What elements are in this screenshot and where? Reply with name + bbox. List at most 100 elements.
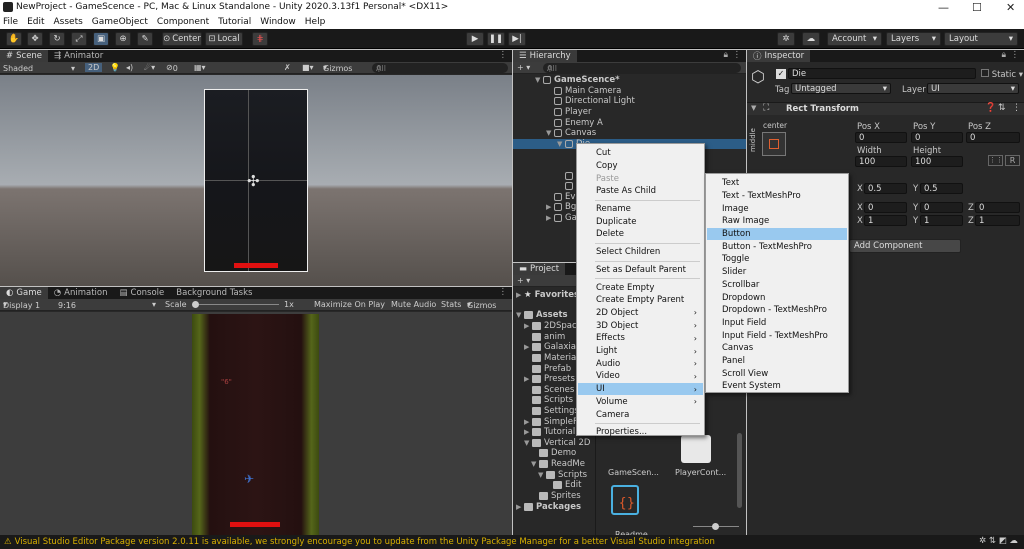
camera-icon[interactable]: ■▾ — [302, 63, 314, 72]
effects-icon[interactable]: ☄▾ — [144, 63, 155, 72]
raw-edit-icon[interactable]: R — [1005, 155, 1020, 166]
custom-tool-icon[interactable]: ✎ — [137, 32, 153, 46]
context-menu-item[interactable]: Camera — [578, 408, 703, 421]
expand-arrow-icon[interactable]: ▶ — [524, 418, 532, 426]
add-icon[interactable]: + ▾ — [517, 276, 530, 285]
expand-arrow-icon[interactable]: ▶ — [524, 343, 532, 351]
context-menu-item[interactable]: UI › — [578, 382, 703, 396]
panel-menu-icon[interactable]: ⋮ — [499, 287, 508, 297]
ui-submenu-item[interactable]: Dropdown - TextMeshPro — [707, 304, 847, 317]
scene-search[interactable]: ⚲ All — [372, 63, 508, 73]
ui-submenu-item[interactable]: Text — [707, 177, 847, 190]
blueprint-mode-icon[interactable]: ⋮⋮ — [988, 155, 1003, 166]
context-menu-item[interactable]: Set as Default Parent — [578, 264, 703, 277]
hand-tool-icon[interactable]: ✋ — [6, 32, 22, 46]
project-folder[interactable]: ▼ Vertical 2D — [513, 438, 593, 449]
file-thumb[interactable] — [681, 435, 711, 463]
layers-dropdown[interactable]: Layers ▾ — [886, 32, 941, 46]
hierarchy-item[interactable]: ▼ GameScence* — [513, 75, 746, 86]
ui-submenu-item[interactable]: Slider — [707, 266, 847, 279]
menu-item[interactable]: Tutorial — [218, 17, 251, 27]
layout-dropdown[interactable]: Layout ▾ — [944, 32, 1018, 46]
project-folder[interactable]: ▼ ReadMe — [513, 459, 593, 470]
context-menu-item[interactable]: Volume › — [578, 396, 703, 409]
tab-game[interactable]: ◐ Game — [0, 287, 48, 299]
audio-icon[interactable]: ◂) — [126, 63, 133, 72]
context-menu-item[interactable]: Cut — [578, 147, 703, 160]
tab-animator[interactable]: ⇶ Animator — [48, 50, 109, 62]
expand-arrow-icon[interactable]: ▼ — [535, 76, 543, 84]
add-component-button[interactable]: Add Component — [849, 239, 961, 253]
context-menu-item[interactable]: Effects › — [578, 332, 703, 345]
tab-hierarchy[interactable]: ☰ Hierarchy — [513, 50, 577, 62]
help-icon[interactable]: ❓ — [985, 103, 996, 113]
expand-arrow-icon[interactable]: ▶ — [524, 375, 532, 383]
gizmos-dropdown[interactable]: Gizmos ▾ — [323, 63, 352, 73]
maximize-icon[interactable]: ☐ — [972, 1, 982, 14]
context-menu-item[interactable]: Light › — [578, 345, 703, 358]
active-checkbox[interactable]: ✓ — [776, 69, 786, 79]
context-menu-item[interactable]: Audio › — [578, 358, 703, 371]
rot-z-field[interactable]: 0 — [975, 202, 1020, 213]
tab-background-tasks[interactable]: Background Tasks — [170, 287, 258, 299]
posy-field[interactable]: 0 — [911, 132, 963, 143]
mute-audio-button[interactable]: Mute Audio — [391, 300, 436, 309]
pivot-center-button[interactable]: ⊙ Center — [162, 32, 202, 46]
component-header[interactable]: ▼ ⛶ Rect Transform ❓ ⇅ ⋮ — [747, 102, 1024, 115]
stats-button[interactable]: Stats — [441, 300, 461, 309]
panel-menu-icon[interactable]: ⋮ — [499, 50, 508, 60]
context-menu-item[interactable]: Rename — [578, 203, 703, 216]
menu-item[interactable]: File — [3, 17, 18, 27]
menu-item[interactable]: GameObject — [92, 17, 148, 27]
context-menu-item[interactable]: Delete — [578, 228, 703, 241]
menu-item[interactable]: Window — [260, 17, 296, 27]
context-menu-item[interactable]: Paste — [578, 172, 703, 185]
hierarchy-search[interactable]: ⚲ All — [543, 63, 741, 73]
ui-submenu-item[interactable]: Text - TextMeshPro — [707, 190, 847, 203]
tab-scene[interactable]: # Scene — [0, 50, 49, 62]
scrollbar[interactable] — [737, 433, 742, 508]
anchor-preset-button[interactable] — [762, 132, 786, 156]
move-tool-icon[interactable]: ✥ — [27, 32, 43, 46]
posz-field[interactable]: 0 — [966, 132, 1020, 143]
step-button[interactable]: ▶| — [508, 32, 526, 46]
pivot-y-field[interactable]: 0.5 — [920, 183, 963, 194]
tab-project[interactable]: ▬ Project — [513, 263, 566, 275]
readme-asset-icon[interactable]: {} — [611, 485, 639, 515]
hierarchy-item[interactable]: Directional Light — [513, 96, 746, 107]
expand-arrow-icon[interactable]: ▼ — [531, 460, 539, 468]
width-field[interactable]: 100 — [855, 156, 907, 167]
menu-item[interactable]: Edit — [27, 17, 44, 27]
display-dropdown[interactable]: Display 1 ▾ — [3, 300, 40, 310]
status-message[interactable]: Visual Studio Editor Package version 2.0… — [15, 537, 715, 547]
close-icon[interactable]: ✕ — [1006, 1, 1015, 14]
game-view[interactable]: "6" ✈ — [0, 312, 512, 535]
menu-item[interactable]: Assets — [54, 17, 83, 27]
cloud-icon[interactable]: ☁ — [802, 32, 820, 46]
ui-submenu-item[interactable]: Dropdown — [707, 291, 847, 304]
rotate-tool-icon[interactable]: ↻ — [49, 32, 65, 46]
pause-button[interactable]: ❚❚ — [487, 32, 505, 46]
layer-dropdown[interactable]: UI ▾ — [927, 83, 1019, 94]
hidden-count[interactable]: ⊘ 0 — [166, 63, 178, 73]
project-folder[interactable]: Sprites — [513, 491, 593, 502]
tools-icon[interactable]: ✗ — [284, 63, 291, 72]
expand-arrow-icon[interactable]: ▼ — [557, 140, 565, 148]
scale-slider-handle[interactable] — [192, 301, 199, 308]
2d-toggle[interactable]: 2D — [85, 63, 103, 72]
ui-submenu-item[interactable]: Button - TextMeshPro — [707, 241, 847, 254]
lighting-icon[interactable]: 💡 — [110, 63, 120, 72]
scene-view[interactable]: ✣ — [0, 75, 512, 286]
context-menu-item[interactable]: 2D Object › — [578, 307, 703, 320]
ui-submenu-item[interactable]: Image — [707, 202, 847, 215]
posx-field[interactable]: 0 — [855, 132, 907, 143]
context-menu-item[interactable]: Properties... — [578, 426, 703, 439]
lock-icon[interactable]: 🔒︎ — [723, 50, 728, 60]
ui-submenu-item[interactable]: Toggle — [707, 253, 847, 266]
scale-tool-icon[interactable]: ⤢ — [71, 32, 87, 46]
ui-submenu-item[interactable]: Canvas — [707, 342, 847, 355]
expand-arrow-icon[interactable]: ▼ — [546, 129, 554, 137]
hierarchy-item[interactable]: Main Camera — [513, 86, 746, 97]
ui-submenu-item[interactable]: Panel — [707, 355, 847, 368]
thumbnail-size-handle[interactable] — [712, 523, 719, 530]
